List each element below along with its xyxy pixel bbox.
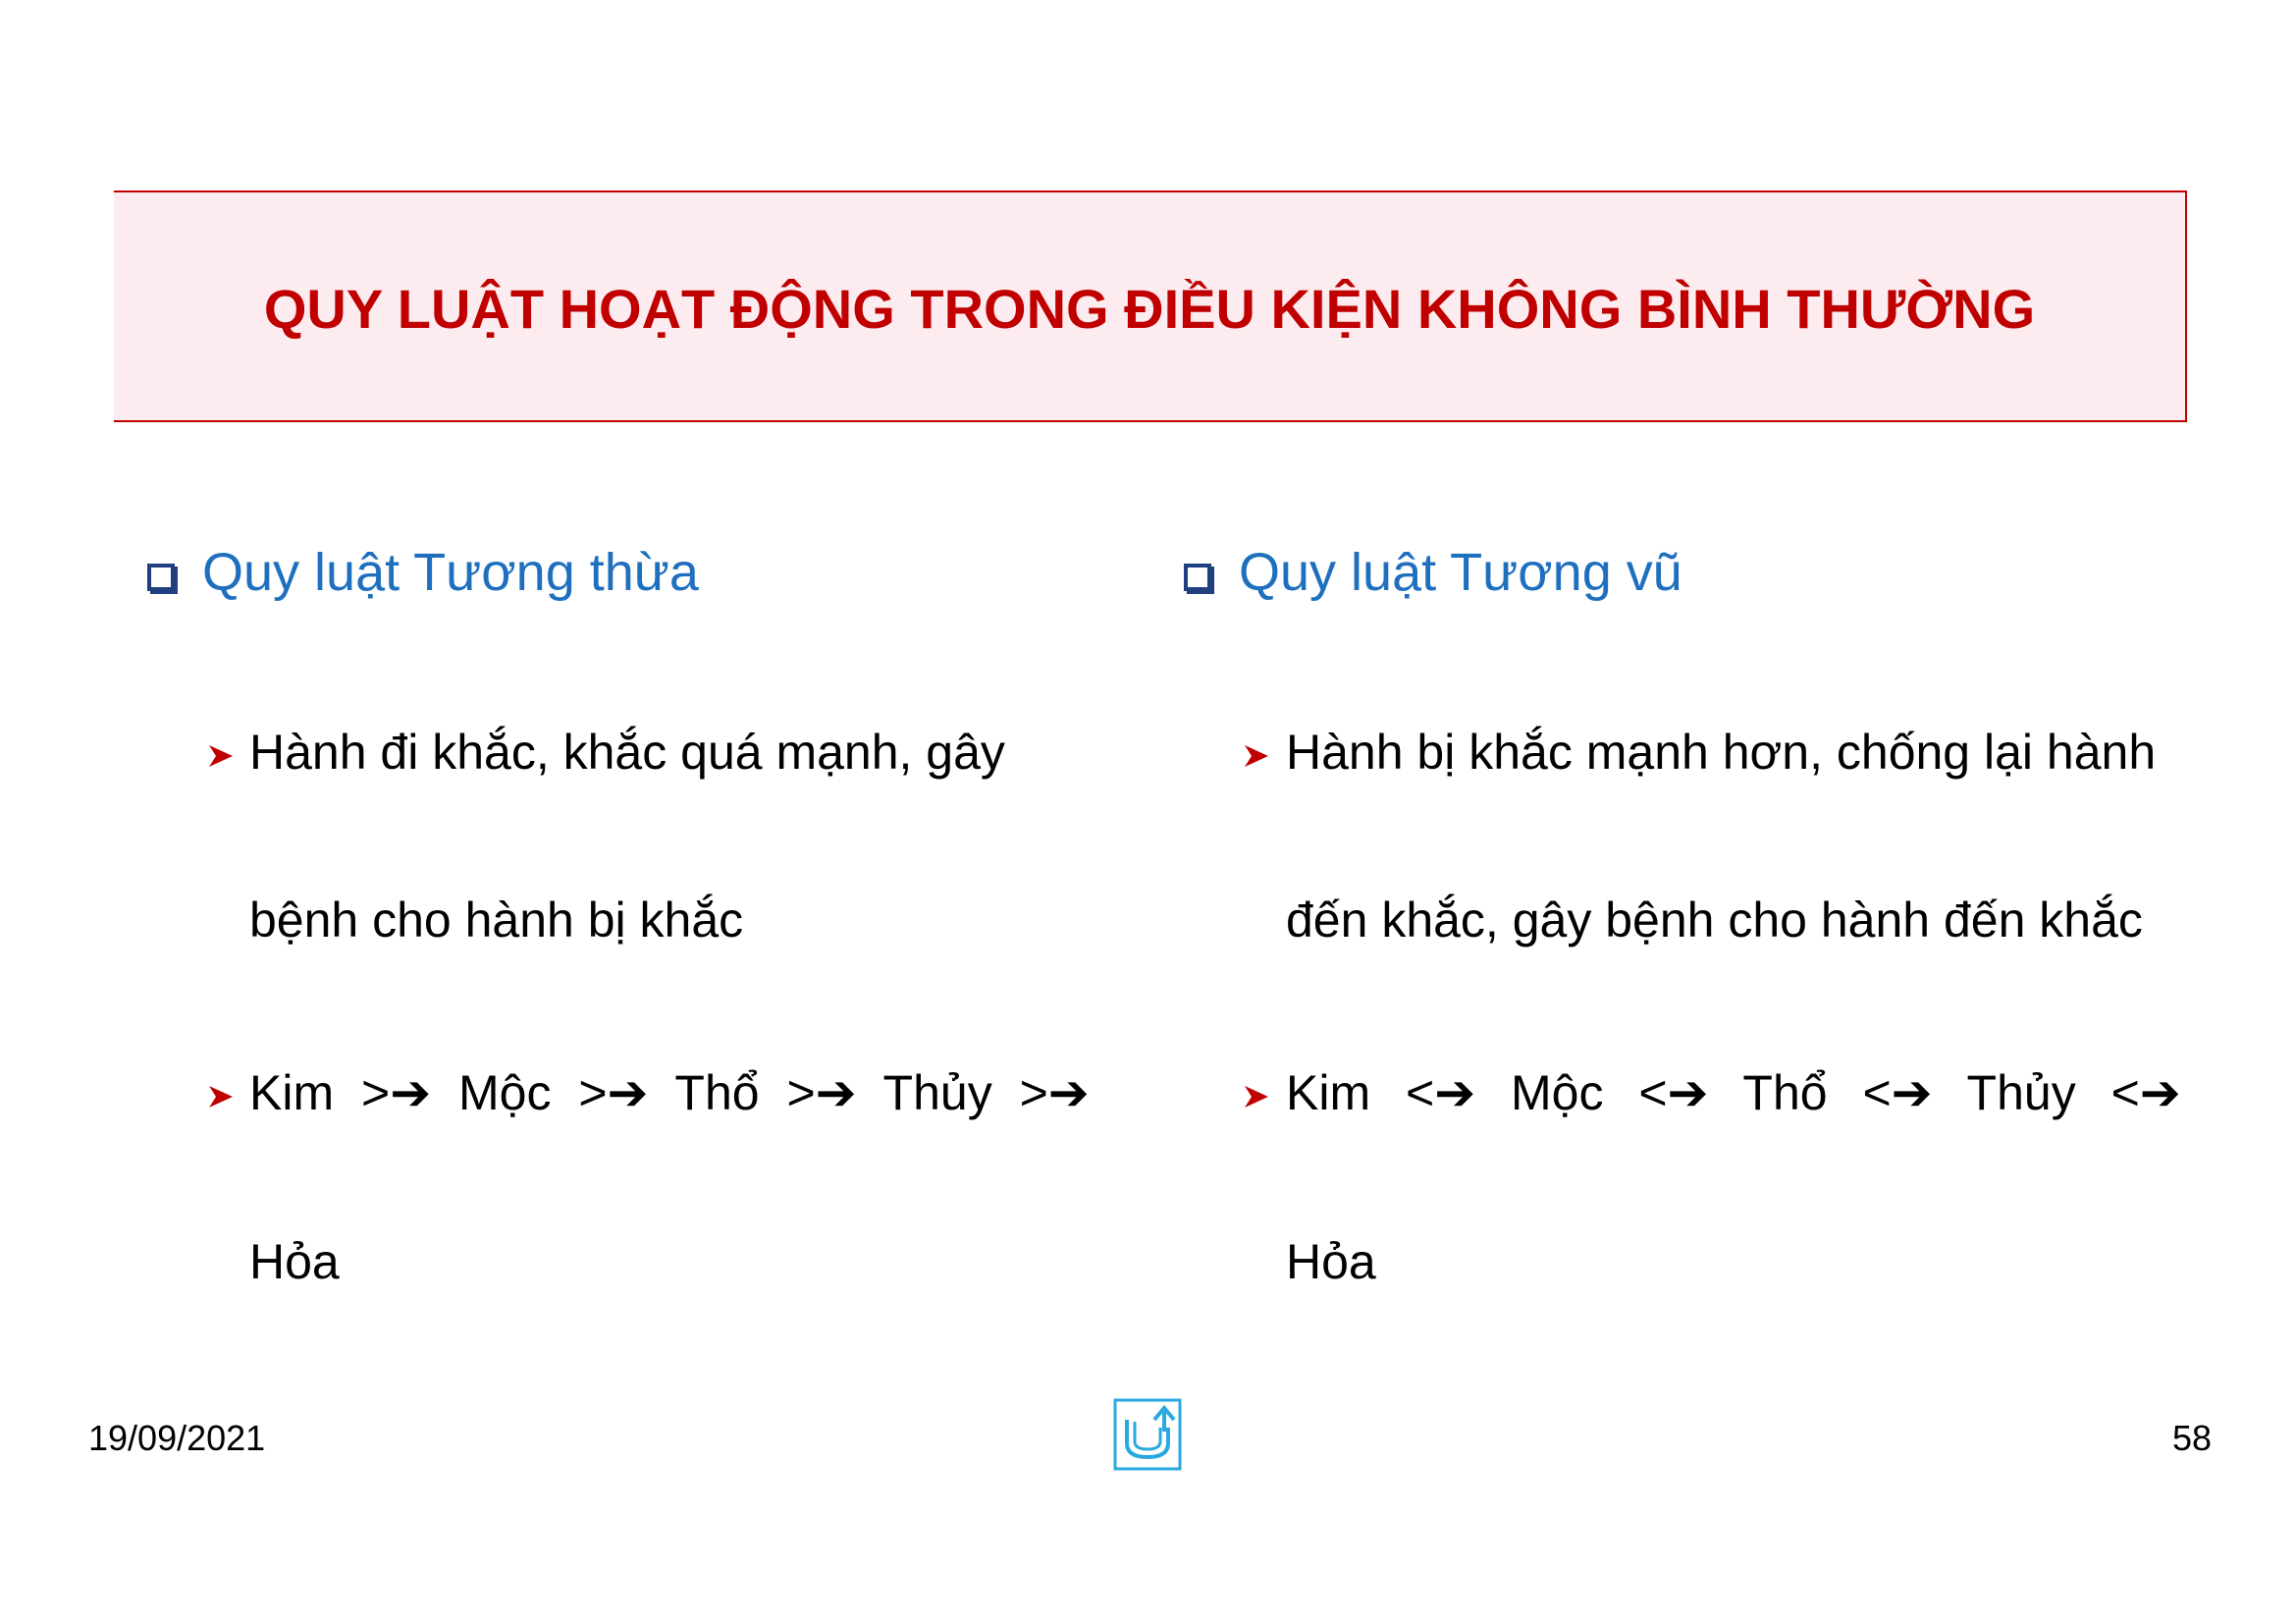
title-banner: QUY LUẬT HOẠT ĐỘNG TRONG ĐIỀU KIỆN KHÔNG… <box>114 190 2187 422</box>
right-heading: Quy luật Tương vũ <box>1184 543 1682 602</box>
right-bullet-2-line-2: Hỏa <box>1286 1234 1376 1289</box>
left-heading: Quy luật Tương thừa <box>147 543 699 602</box>
u-logo-icon <box>1113 1398 1182 1471</box>
square-bullet-icon <box>1184 564 1211 591</box>
left-bullet-1-line-2: bệnh cho hành bị khắc <box>249 893 744 947</box>
left-bullet-2-line-2: Hỏa <box>249 1234 340 1289</box>
left-bullet-2-line-1: Kim >➔ Mộc >➔ Thổ >➔ Thủy >➔ <box>249 1065 1090 1120</box>
left-heading-text: Quy luật Tương thừa <box>202 543 699 602</box>
arrowhead-bullet-icon <box>1245 1086 1268 1108</box>
page-number: 58 <box>2171 1418 2212 1458</box>
footer-date: 19/09/2021 <box>88 1418 266 1458</box>
slide-title: QUY LUẬT HOẠT ĐỘNG TRONG ĐIỀU KIỆN KHÔNG… <box>263 278 2036 340</box>
right-bullet-1-line-1: Hành bị khắc mạnh hơn, chống lại hành <box>1286 725 2157 780</box>
square-bullet-icon <box>147 564 175 591</box>
right-bullet-2-line-1: Kim <➔ Mộc <➔ Thổ <➔ Thủy <➔ <box>1286 1065 2181 1120</box>
arrowhead-bullet-icon <box>209 745 233 767</box>
left-bullet-1-line-1: Hành đi khắc, khắc quá mạnh, gây <box>249 725 1005 780</box>
arrowhead-bullet-icon <box>1245 745 1268 767</box>
right-heading-text: Quy luật Tương vũ <box>1239 543 1682 602</box>
right-bullet-1-line-2: đến khắc, gây bệnh cho hành đến khắc <box>1286 893 2143 947</box>
arrowhead-bullet-icon <box>209 1086 233 1108</box>
